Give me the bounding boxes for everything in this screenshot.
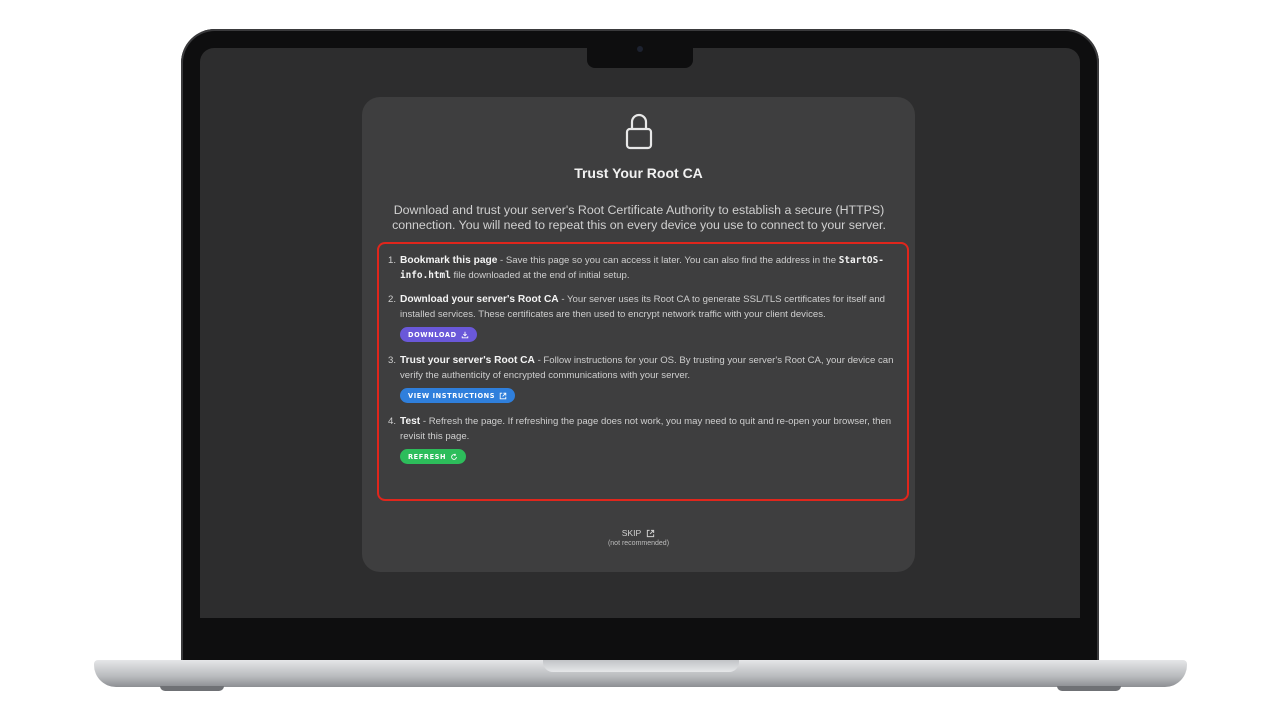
step-number: 4. (388, 416, 397, 427)
step-number: 3. (388, 355, 397, 366)
step-text: - Save this page so you can access it la… (497, 255, 839, 266)
skip-label: SKIP (621, 528, 642, 538)
download-button-label: DOWNLOAD (408, 330, 457, 339)
step-download: 2. Download your server's Root CA - Your… (388, 292, 898, 344)
laptop-foot-right (1057, 686, 1121, 691)
camera-icon (637, 46, 643, 52)
step-test: 4. Test - Refresh the page. If refreshin… (388, 414, 898, 466)
laptop-base-groove (543, 660, 739, 672)
view-instructions-label: VIEW INSTRUCTIONS (408, 391, 496, 400)
lock-icon (625, 113, 653, 150)
step-trust: 3. Trust your server's Root CA - Follow … (388, 353, 898, 405)
external-link-icon (647, 529, 655, 537)
refresh-button[interactable]: REFRESH (400, 449, 467, 464)
skip-section: SKIP (not recommended) (362, 528, 915, 547)
skip-note: (not recommended) (607, 540, 670, 547)
external-link-icon (499, 392, 507, 399)
step-number: 1. (388, 255, 397, 266)
view-instructions-button[interactable]: VIEW INSTRUCTIONS (400, 388, 516, 403)
step-title: Trust your server's Root CA (400, 355, 535, 366)
skip-link[interactable]: SKIP (622, 528, 656, 538)
step-title: Bookmark this page (400, 255, 498, 266)
download-icon (461, 331, 468, 338)
refresh-icon (451, 453, 457, 460)
laptop-foot-left (160, 686, 224, 691)
page-title: Trust Your Root CA (574, 165, 703, 181)
step-title: Download your server's Root CA (400, 294, 559, 305)
refresh-button-label: REFRESH (408, 452, 447, 461)
steps-list: 1. Bookmark this page - Save this page s… (388, 253, 898, 475)
step-title: Test (400, 416, 421, 427)
step-bookmark: 1. Bookmark this page - Save this page s… (388, 253, 898, 283)
page-description: Download and trust your server's Root Ce… (392, 203, 886, 232)
step-text: file downloaded at the end of initial se… (450, 270, 630, 281)
step-text: - Refresh the page. If refreshing the pa… (400, 416, 892, 442)
step-number: 2. (388, 294, 397, 305)
download-button[interactable]: DOWNLOAD (400, 327, 477, 342)
